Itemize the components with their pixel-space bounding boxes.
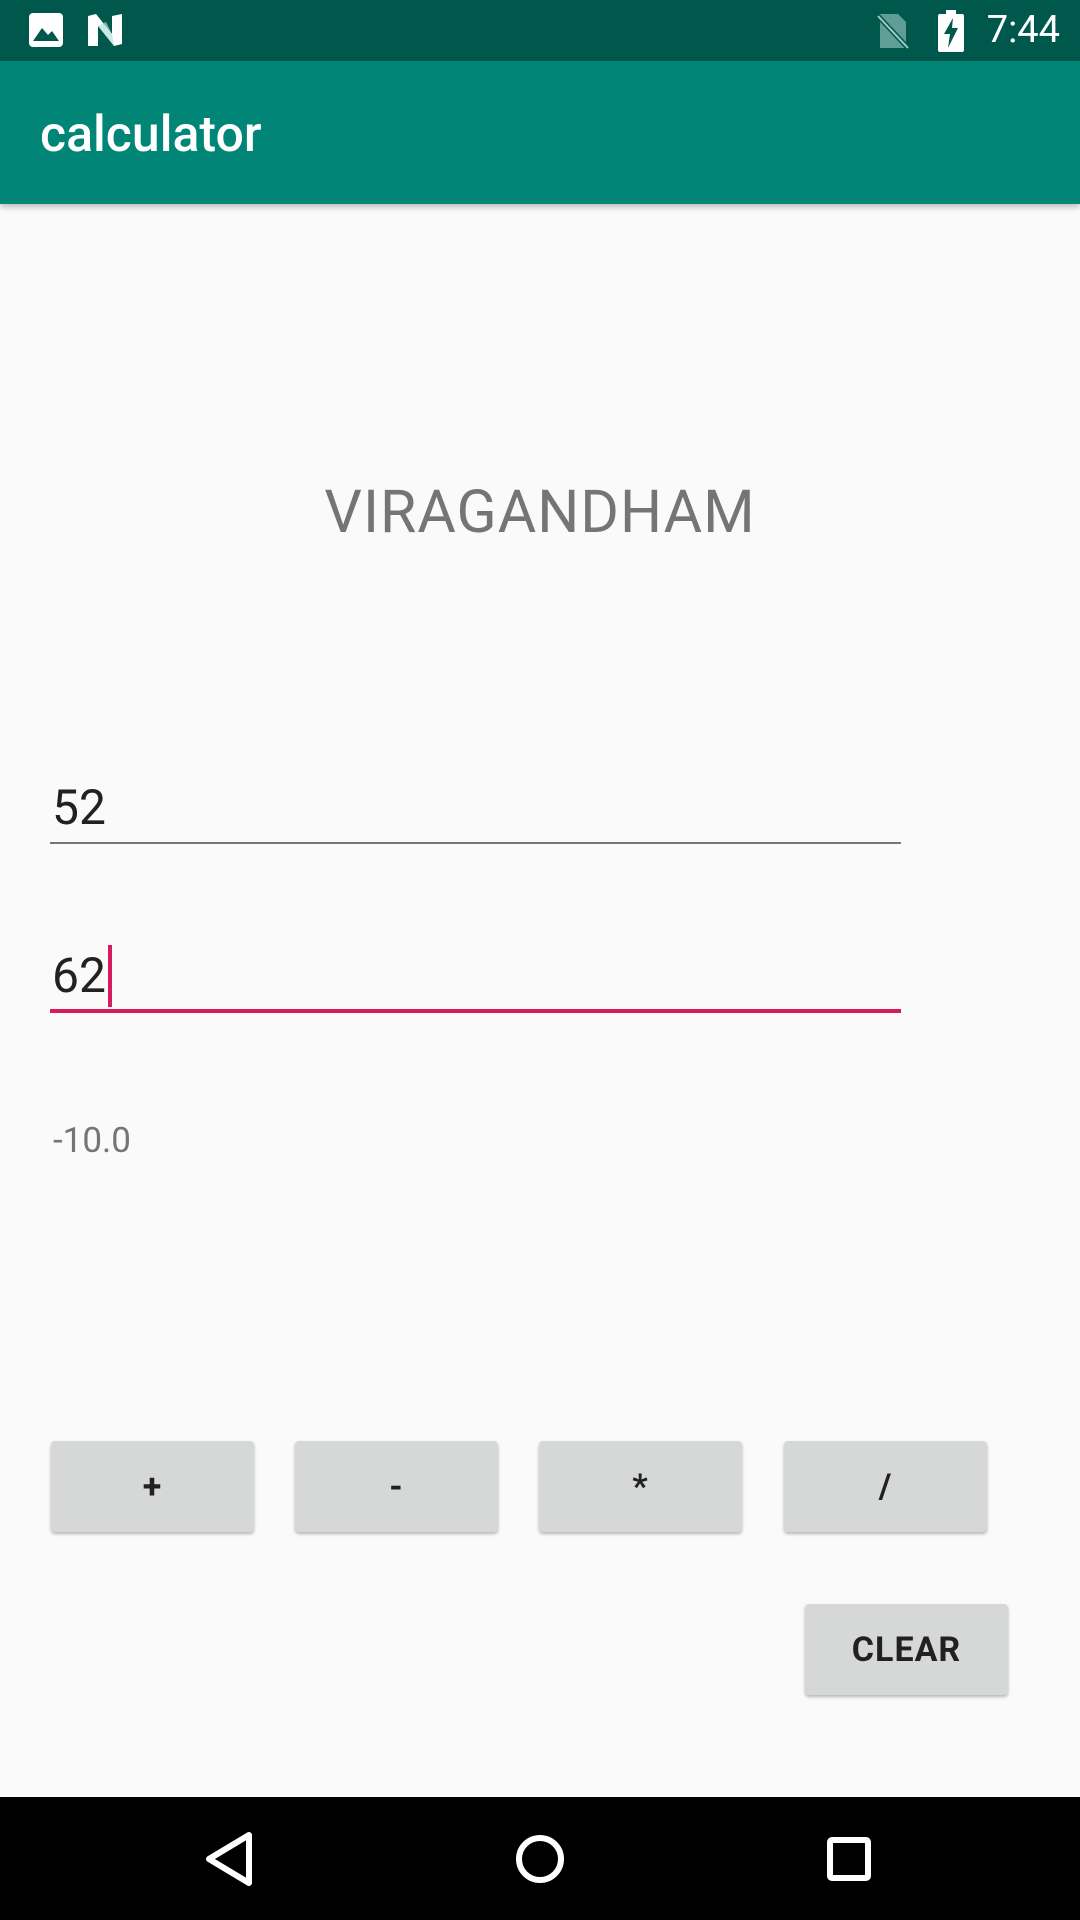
second-number-underline — [50, 1009, 901, 1013]
app-title: calculator — [40, 106, 262, 164]
text-cursor — [107, 945, 112, 1007]
divide-button[interactable]: / — [784, 1441, 987, 1532]
second-number-input[interactable]: 62 — [50, 944, 901, 1014]
status-time: 7:44 — [986, 8, 1060, 52]
heading-text: VIRAGANDHAM — [324, 478, 756, 547]
n-logo-icon — [88, 14, 122, 46]
recents-icon[interactable] — [813, 1823, 885, 1895]
first-number-input[interactable]: 52 — [50, 776, 901, 846]
multiply-button[interactable]: * — [539, 1441, 742, 1532]
second-number-wrapper: 62 — [52, 944, 112, 1008]
second-number-value: 62 — [52, 947, 106, 1004]
status-bar: 7:44 — [0, 0, 1080, 61]
clear-button[interactable]: CLEAR — [805, 1604, 1008, 1695]
back-icon[interactable] — [195, 1823, 267, 1895]
image-icon — [29, 13, 63, 47]
first-number-underline — [50, 842, 901, 844]
app-bar: calculator — [0, 61, 1080, 204]
first-number-value: 52 — [52, 779, 106, 836]
result-text: -10.0 — [53, 1120, 131, 1161]
battery-charging-icon — [938, 10, 964, 52]
subtract-button[interactable]: - — [295, 1441, 498, 1532]
navigation-bar — [0, 1797, 1080, 1920]
add-button[interactable]: + — [51, 1441, 254, 1532]
no-sim-icon — [876, 14, 910, 50]
home-icon[interactable] — [504, 1823, 576, 1895]
